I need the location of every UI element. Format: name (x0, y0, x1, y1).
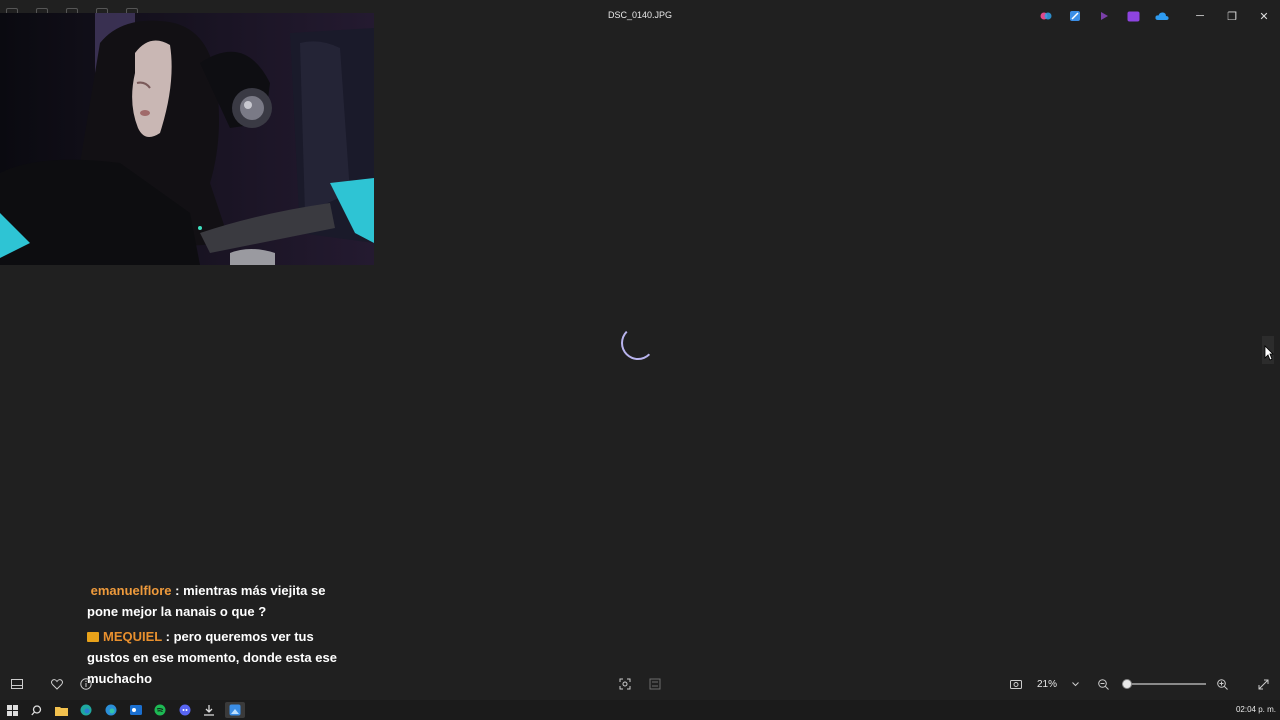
minimize-button[interactable]: ─ (1184, 0, 1216, 32)
heart-icon[interactable] (48, 668, 66, 700)
spotify-icon[interactable] (152, 702, 168, 718)
screenshot-icon[interactable] (1007, 668, 1025, 700)
compare-icon[interactable] (646, 668, 664, 700)
search-icon[interactable] (28, 702, 44, 718)
taskbar: 02:04 p. m. (0, 700, 1280, 720)
onedrive-icon[interactable] (1154, 9, 1170, 23)
loading-spinner (621, 326, 655, 360)
photo-editor-icon[interactable] (1067, 9, 1083, 23)
outlook-icon[interactable] (128, 702, 144, 718)
chevron-down-icon[interactable] (1069, 668, 1081, 700)
zoom-slider-thumb[interactable] (1122, 679, 1132, 689)
edge-icon[interactable] (78, 702, 94, 718)
copilot-icon[interactable] (1038, 9, 1054, 23)
filmstrip-icon[interactable] (8, 668, 26, 700)
chat-username: MEQUIEL (103, 629, 162, 644)
app-launcher-icons (1038, 9, 1170, 23)
taskbar-clock: 02:04 p. m. (1235, 705, 1276, 714)
start-icon[interactable] (4, 702, 20, 718)
photos-icon[interactable] (225, 702, 245, 718)
purple-app-icon[interactable] (1125, 9, 1141, 23)
info-icon[interactable] (77, 668, 95, 700)
edge-dev-icon[interactable] (103, 702, 119, 718)
clipchamp-icon[interactable] (1096, 9, 1112, 23)
chat-message: emanuelflore : mientras más viejita se p… (87, 580, 357, 622)
close-button[interactable]: ✕ (1248, 0, 1280, 32)
chat-username: emanuelflore (90, 583, 172, 598)
crown-badge-icon (87, 632, 99, 642)
chat-separator: : (171, 583, 184, 598)
zoom-out-icon[interactable] (1094, 668, 1112, 700)
next-image-button[interactable] (1262, 336, 1274, 364)
webcam-image (0, 13, 374, 265)
fit-icon[interactable] (616, 668, 634, 700)
zoom-in-icon[interactable] (1213, 668, 1231, 700)
zoom-slider-track[interactable] (1122, 683, 1206, 685)
chat-separator: : (162, 629, 174, 644)
downloads-icon[interactable] (201, 702, 217, 718)
maximize-button[interactable]: ❐ (1216, 0, 1248, 32)
discord-icon[interactable] (177, 702, 193, 718)
file-explorer-icon[interactable] (53, 702, 69, 718)
webcam-overlay (0, 13, 374, 265)
bottom-toolbar: 21% (0, 668, 1280, 700)
window-controls: ─ ❐ ✕ (1184, 0, 1280, 32)
fullscreen-icon[interactable] (1254, 668, 1272, 700)
zoom-level-select[interactable]: 21% (1034, 668, 1060, 700)
